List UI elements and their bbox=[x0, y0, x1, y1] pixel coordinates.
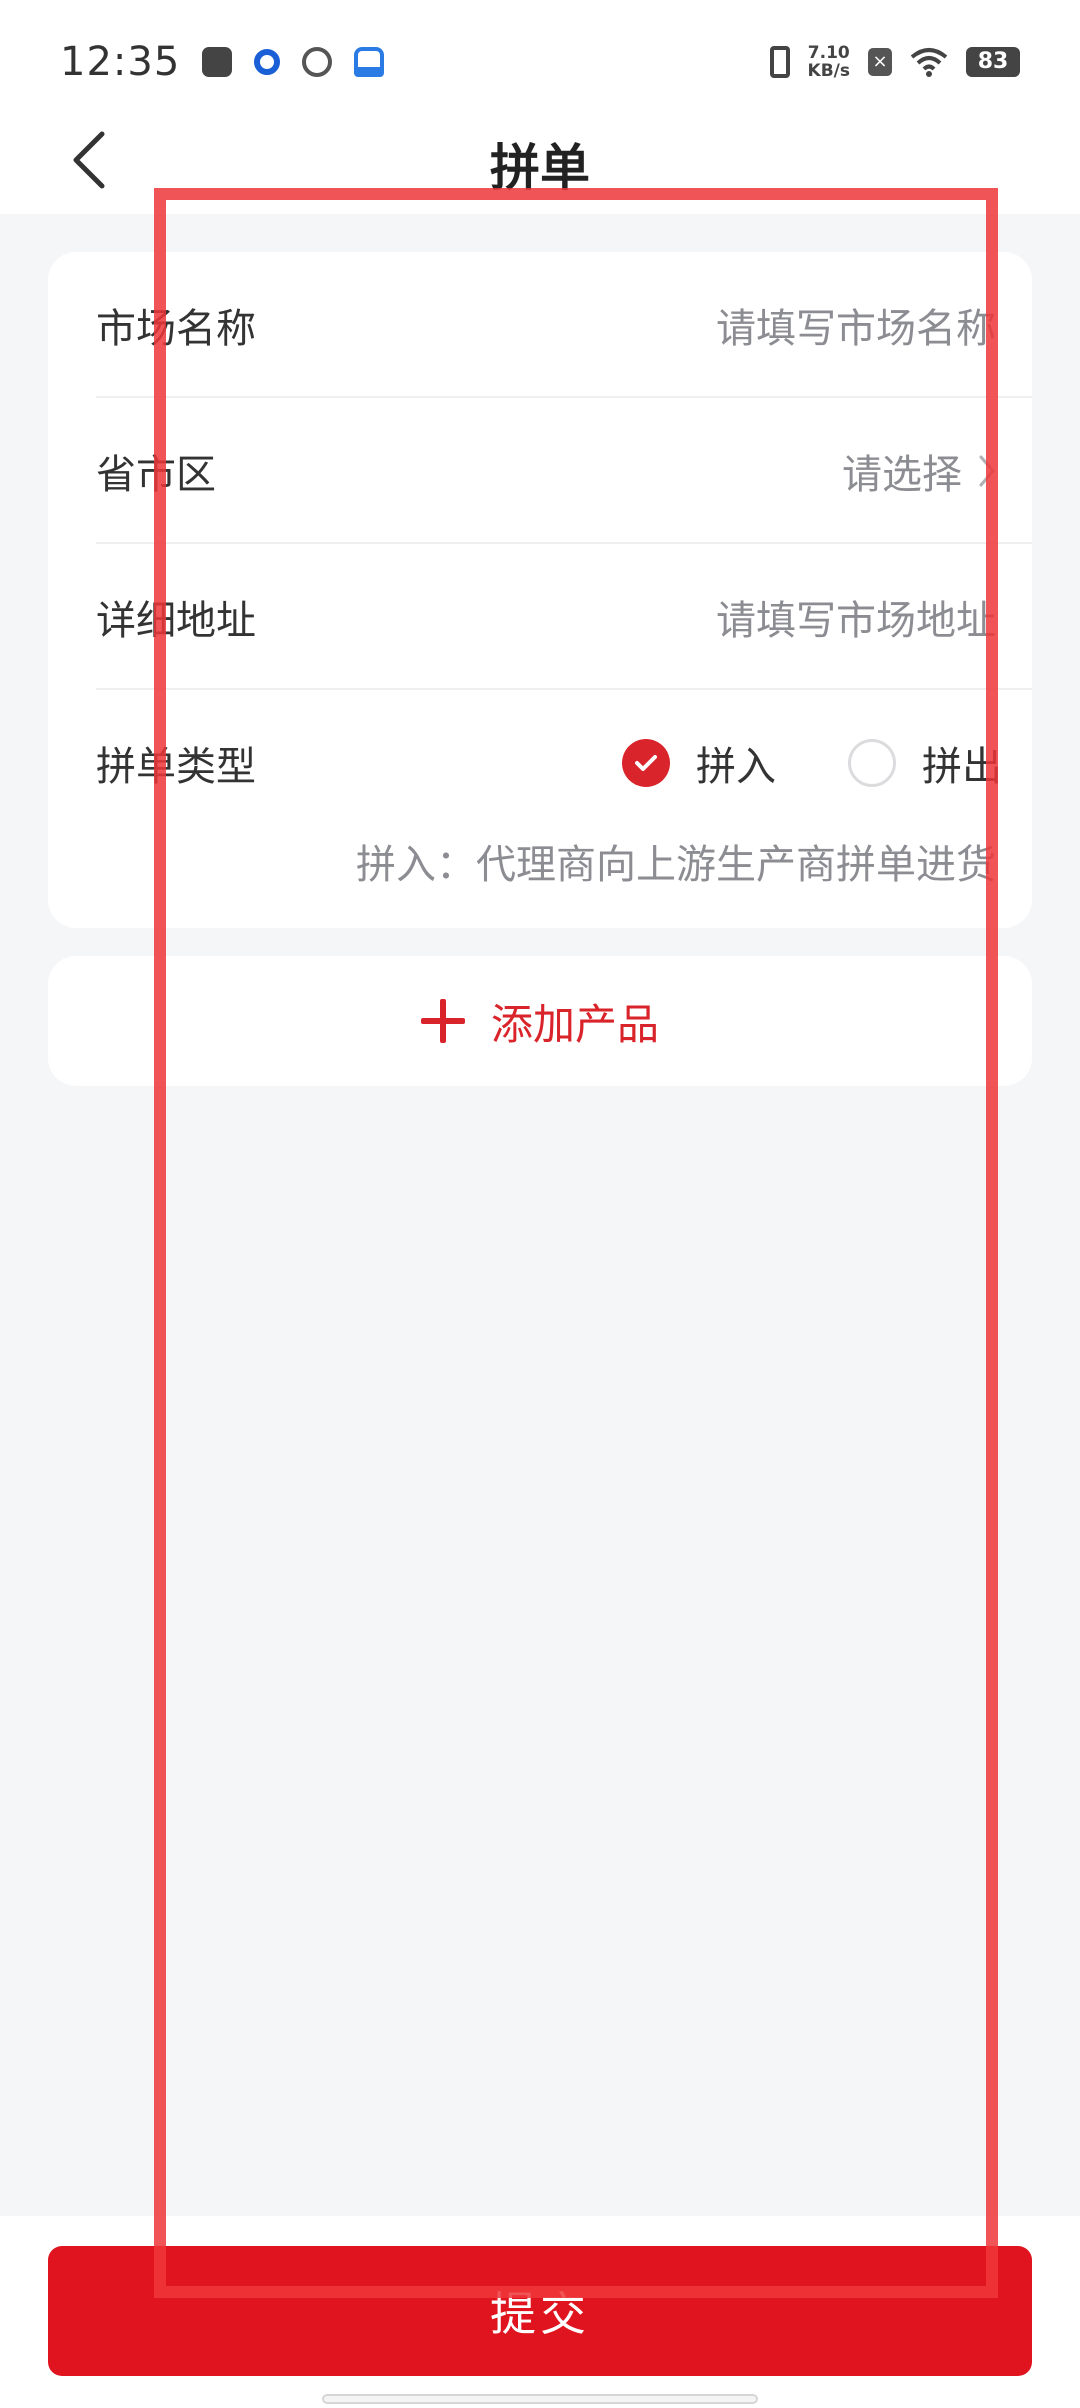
chevron-right-icon bbox=[979, 455, 995, 487]
region-label: 省市区 bbox=[96, 452, 216, 498]
vibrate-icon bbox=[769, 46, 790, 78]
net-speed-value: 7.10 bbox=[807, 43, 850, 63]
market-name-label: 市场名称 bbox=[96, 306, 256, 352]
submit-button[interactable]: 提交 bbox=[48, 2246, 1032, 2376]
add-product-button[interactable]: 添加产品 bbox=[48, 956, 1032, 1086]
order-type-radio-group: 拼入 拼出 bbox=[550, 734, 1032, 792]
sync-icon bbox=[302, 47, 333, 77]
home-indicator[interactable] bbox=[322, 2394, 758, 2404]
order-type-hint: 拼入：代理商向上游生产商拼单进货 bbox=[356, 842, 996, 888]
radio-option-out[interactable]: 拼出 bbox=[848, 734, 1002, 792]
unchecked-radio-icon bbox=[848, 739, 896, 787]
order-type-row: 拼单类型 拼入 拼出 bbox=[96, 690, 1032, 836]
wifi-icon bbox=[910, 47, 948, 77]
address-label: 详细地址 bbox=[96, 598, 256, 644]
system-icons: 7.10 KB/s × 83 bbox=[769, 44, 1020, 80]
checked-radio-icon bbox=[622, 739, 670, 787]
close-box-icon: × bbox=[868, 48, 892, 76]
region-placeholder: 请选择 bbox=[842, 452, 962, 498]
radio-label-out: 拼出 bbox=[922, 744, 1002, 790]
market-name-row[interactable]: 市场名称 请填写市场名称 bbox=[96, 252, 1032, 398]
circle-app-icon bbox=[254, 49, 281, 75]
page-title: 拼单 bbox=[490, 139, 590, 197]
market-name-input[interactable]: 请填写市场名称 bbox=[716, 296, 1032, 354]
status-bar: 12:35 7.10 KB/s × 83 bbox=[0, 0, 1080, 124]
radio-label-in: 拼入 bbox=[696, 744, 776, 790]
notification-icons bbox=[202, 47, 385, 77]
plus-icon bbox=[420, 999, 465, 1043]
add-product-label: 添加产品 bbox=[490, 999, 659, 1049]
message-icon bbox=[202, 47, 233, 77]
order-type-label: 拼单类型 bbox=[96, 744, 256, 790]
nav-bar: 拼单 bbox=[0, 110, 1080, 214]
net-speed-unit: KB/s bbox=[807, 61, 850, 81]
form-card: 市场名称 请填写市场名称 省市区 请选择 详细地址 请填写市场地址 拼单类型 拼… bbox=[48, 252, 1032, 928]
address-input[interactable]: 请填写市场地址 bbox=[716, 588, 1032, 646]
battery-icon: 83 bbox=[966, 47, 1020, 77]
address-row[interactable]: 详细地址 请填写市场地址 bbox=[96, 544, 1032, 690]
status-time: 12:35 bbox=[60, 39, 181, 85]
region-select[interactable]: 请选择 bbox=[842, 442, 1032, 500]
region-row[interactable]: 省市区 请选择 bbox=[96, 398, 1032, 544]
radio-option-in[interactable]: 拼入 bbox=[622, 734, 776, 792]
lock-app-icon bbox=[354, 47, 385, 77]
net-speed: 7.10 KB/s bbox=[808, 44, 850, 80]
